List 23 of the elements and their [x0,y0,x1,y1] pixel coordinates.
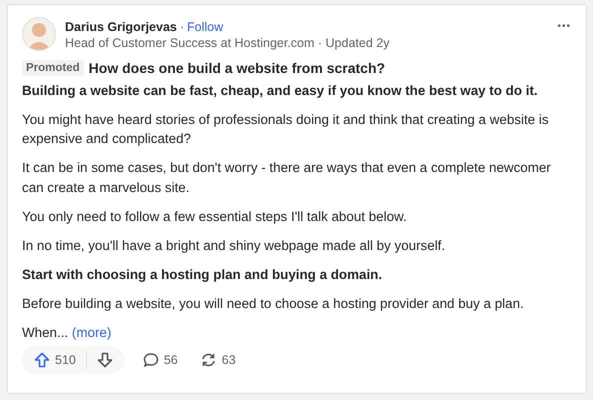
truncated-text: When... [22,324,68,340]
answer-paragraph: Start with choosing a hosting plan and buying a domain. [22,266,384,284]
author-name[interactable]: Darius Grigorjevas [65,20,177,34]
share-button[interactable]: 63 [196,352,240,368]
more-options-button[interactable]: ••• [557,17,571,32]
circular-arrows-icon [200,352,217,368]
answer-paragraph: It can be in some cases, but don't worry - there are ways that even a complete newcomer can create a marvelous site. [22,159,552,197]
answer-paragraph: Before building a website, you will need to choose a hosting provider and buy a plan. [22,294,525,313]
author-credential: Head of Customer Success at Hostinger.com · Updated 2y [65,35,390,52]
comments-button[interactable]: 56 [138,352,182,368]
speech-bubble-icon [142,352,159,368]
separator: · [180,20,184,34]
up-arrow-icon [34,352,50,368]
promoted-badge: Promoted [22,60,84,76]
answer-paragraph: Building a website can be fast, cheap, and easy if you know the best way to do it. [22,82,539,100]
question-title[interactable]: How does one build a website from scratch? [88,60,386,76]
upvote-button[interactable]: 510 [30,352,80,368]
more-link[interactable]: (more) [72,324,112,340]
answer-paragraph: In no time, you'll have a bright and shiny webpage made all by yourself. [22,236,446,255]
follow-link[interactable]: Follow [187,20,224,34]
answer-paragraph: You only need to follow a few essential steps I'll talk about below. [22,208,408,226]
answer-paragraph: You might have heard stories of professionals doing it and think that creating a website is expensive and complicated? [22,111,550,148]
down-arrow-icon [96,352,113,368]
